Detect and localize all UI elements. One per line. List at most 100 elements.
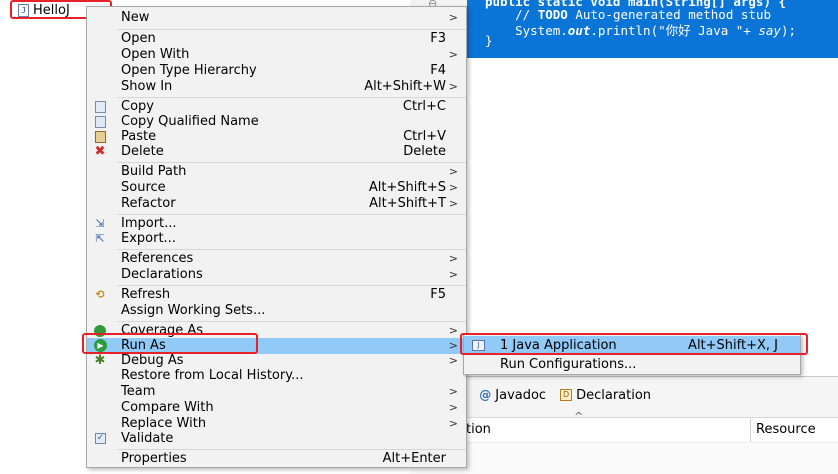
chevron-right-icon: > xyxy=(448,181,458,194)
chevron-right-icon: > xyxy=(448,385,458,398)
menu-item-import[interactable]: ⇲ Import... xyxy=(87,216,466,232)
import-icon: ⇲ xyxy=(95,217,105,230)
menu-item-shortcut: Ctrl+V xyxy=(403,129,446,144)
menu-item-restore-history[interactable]: Restore from Local History... xyxy=(87,368,466,384)
menu-item-label: Open Type Hierarchy xyxy=(121,63,257,78)
code-say: say xyxy=(758,23,781,38)
copy-icon xyxy=(95,101,106,113)
menu-item-label: Validate xyxy=(121,431,174,446)
menu-item-label: Team xyxy=(121,384,156,399)
menu-item-refresh[interactable]: ⟲ Refresh F5 xyxy=(87,287,466,303)
menu-item-label: Import... xyxy=(121,216,177,231)
menu-item-open[interactable]: Open F3 xyxy=(87,31,466,47)
menu-item-label: Source xyxy=(121,180,166,195)
annotation-box-java-application xyxy=(460,333,808,355)
javadoc-icon: @ xyxy=(479,388,492,402)
menu-item-label: Delete xyxy=(121,144,164,159)
menu-item-label: Copy xyxy=(121,99,154,114)
menu-item-shortcut: Alt+Shift+S xyxy=(368,180,446,195)
menu-item-export[interactable]: ⇱ Export... xyxy=(87,231,466,247)
refresh-icon: ⟲ xyxy=(95,288,105,301)
menu-item-label: Run Configurations... xyxy=(500,357,637,372)
menu-item-show-in[interactable]: Show In Alt+Shift+W > xyxy=(87,79,466,95)
menu-item-label: Compare With xyxy=(121,400,214,415)
debug-icon: ✱ xyxy=(94,353,106,368)
chevron-right-icon: > xyxy=(448,401,458,414)
menu-item-open-type-hierarchy[interactable]: Open Type Hierarchy F4 xyxy=(87,63,466,79)
menu-item-label: Debug As xyxy=(121,353,184,368)
tab-declaration-label: Declaration xyxy=(576,387,652,403)
menu-item-refactor[interactable]: Refactor Alt+Shift+T > xyxy=(87,196,466,212)
menu-item-declarations[interactable]: Declarations > xyxy=(87,267,466,283)
tab-declaration[interactable]: D Declaration xyxy=(553,383,658,407)
code-line-4: } xyxy=(485,33,493,48)
menu-item-delete[interactable]: ✖ Delete Delete xyxy=(87,144,466,160)
chevron-right-icon: > xyxy=(448,417,458,430)
menu-separator xyxy=(117,29,466,30)
menu-item-label: References xyxy=(121,251,194,266)
chevron-right-icon: > xyxy=(448,268,458,281)
sort-up-icon: ^ xyxy=(574,410,584,423)
menu-item-copy-qualified-name[interactable]: Copy Qualified Name xyxy=(87,114,466,130)
code-out: out xyxy=(567,23,591,38)
problems-table: ^ tion Resource xyxy=(410,410,838,474)
code-close: ); xyxy=(780,23,797,38)
menu-item-references[interactable]: References > xyxy=(87,251,466,267)
editor-blank-area xyxy=(410,58,838,380)
menu-item-shortcut: Alt+Shift+T xyxy=(369,196,446,211)
menu-item-label: Declarations xyxy=(121,267,203,282)
menu-item-label: Properties xyxy=(121,451,187,466)
menu-item-properties[interactable]: Properties Alt+Enter xyxy=(87,451,466,467)
menu-item-shortcut: Delete xyxy=(403,144,446,159)
menu-item-label: Restore from Local History... xyxy=(121,368,304,383)
menu-item-shortcut: F4 xyxy=(430,63,446,78)
menu-item-build-path[interactable]: Build Path > xyxy=(87,164,466,180)
tab-javadoc[interactable]: @ Javadoc xyxy=(472,383,553,407)
menu-item-copy[interactable]: Copy Ctrl+C xyxy=(87,99,466,115)
menu-item-label: Export... xyxy=(121,231,176,246)
menu-item-new[interactable]: New > xyxy=(87,10,466,26)
menu-item-assign-working-sets[interactable]: Assign Working Sets... xyxy=(87,303,466,319)
menu-item-validate[interactable]: ✓ Validate xyxy=(87,431,466,447)
menu-item-compare-with[interactable]: Compare With > xyxy=(87,400,466,416)
context-menu: New > Open F3 Open With > Open Type Hier… xyxy=(86,6,467,468)
menu-separator xyxy=(117,162,466,163)
delete-icon: ✖ xyxy=(94,144,106,159)
menu-item-open-with[interactable]: Open With > xyxy=(87,47,466,63)
menu-item-label: New xyxy=(121,10,150,25)
declaration-icon: D xyxy=(560,389,573,401)
menu-separator xyxy=(117,449,466,450)
chevron-right-icon: > xyxy=(448,80,458,93)
validate-icon: ✓ xyxy=(95,433,106,444)
menu-item-paste[interactable]: Paste Ctrl+V xyxy=(87,129,466,145)
menu-item-label: Assign Working Sets... xyxy=(121,303,266,318)
menu-item-label: Paste xyxy=(121,129,157,144)
menu-item-shortcut: F3 xyxy=(430,31,446,46)
bottom-panel: lems ✕ @ Javadoc D Declaration ^ tion Re… xyxy=(410,376,838,474)
code-editor[interactable]: public static void main(String[] args) {… xyxy=(467,0,838,58)
menu-separator xyxy=(117,321,466,322)
chevron-right-icon: > xyxy=(448,354,458,367)
export-icon: ⇱ xyxy=(95,232,105,245)
menu-item-team[interactable]: Team > xyxy=(87,384,466,400)
menu-item-replace-with[interactable]: Replace With > xyxy=(87,416,466,432)
menu-item-label: Refresh xyxy=(121,287,171,302)
menu-separator xyxy=(117,214,466,215)
chevron-right-icon: > xyxy=(448,252,458,265)
paste-icon xyxy=(95,131,106,143)
menu-item-debug-as[interactable]: ✱ Debug As > xyxy=(87,353,466,369)
chevron-right-icon: > xyxy=(448,339,458,352)
submenu-item-run-configurations[interactable]: Run Configurations... xyxy=(464,355,800,374)
copy-qualified-name-icon xyxy=(95,116,106,128)
menu-item-label: Show In xyxy=(121,79,173,94)
chevron-right-icon: > xyxy=(448,48,458,61)
code-system: System. xyxy=(485,23,568,38)
menu-item-shortcut: F5 xyxy=(430,287,446,302)
menu-item-label: Copy Qualified Name xyxy=(121,114,259,129)
tab-javadoc-label: Javadoc xyxy=(495,387,547,403)
menu-item-label: Open With xyxy=(121,47,190,62)
chevron-right-icon: > xyxy=(448,165,458,178)
menu-item-label: Refactor xyxy=(121,196,176,211)
menu-item-source[interactable]: Source Alt+Shift+S > xyxy=(87,180,466,196)
column-header-resource[interactable]: Resource xyxy=(750,418,816,442)
